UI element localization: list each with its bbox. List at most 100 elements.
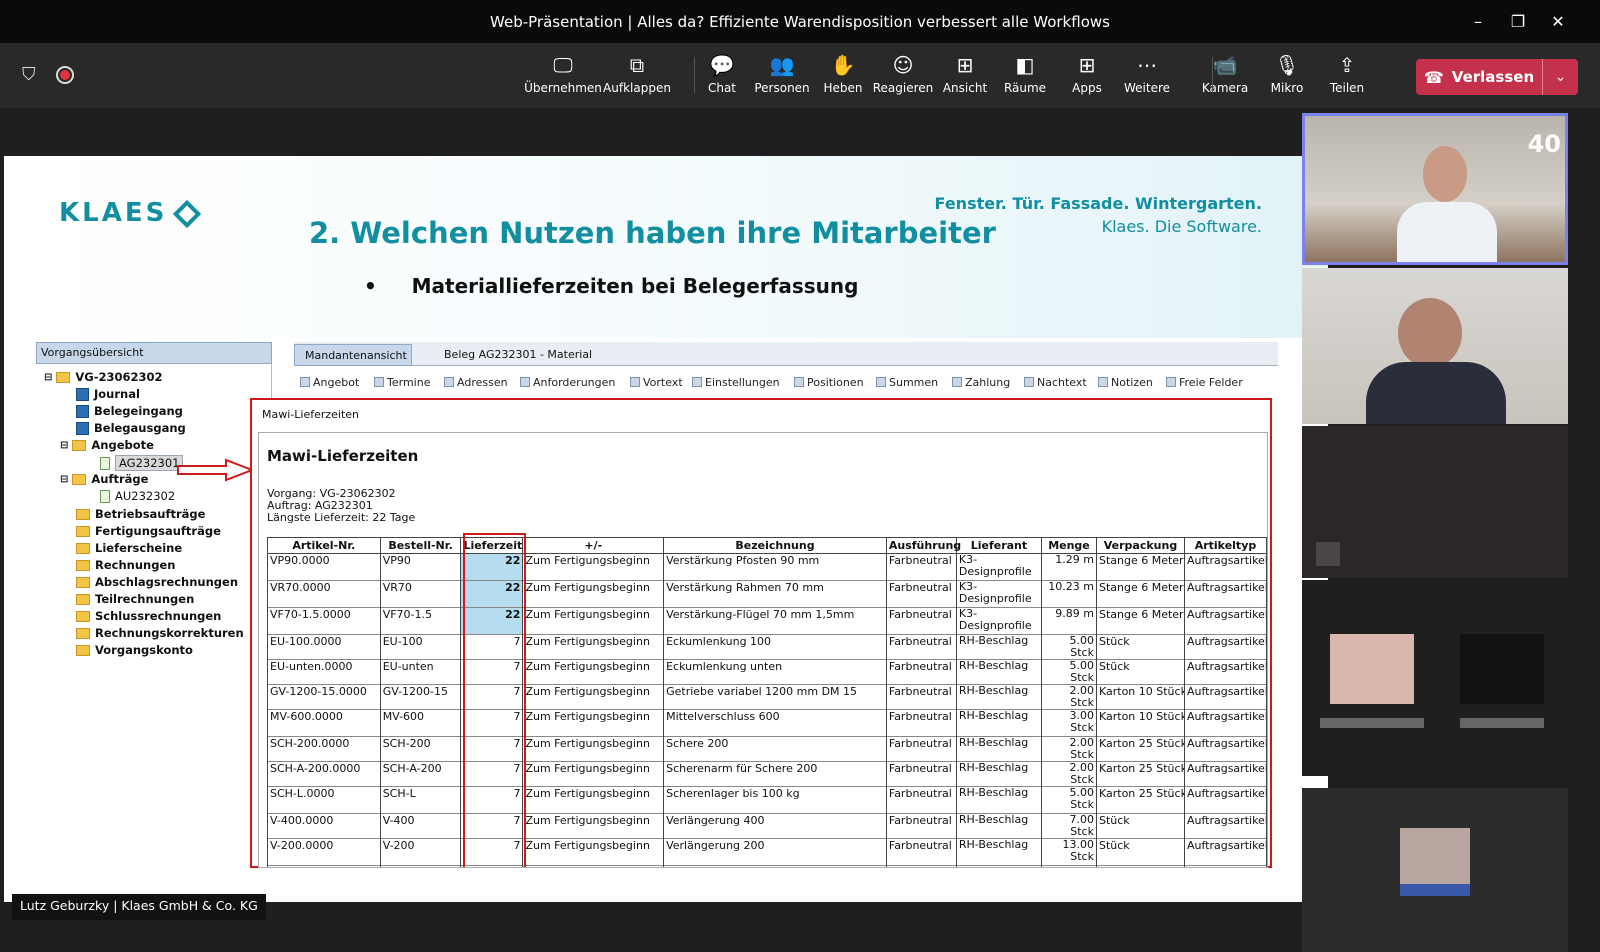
table-cell: Stange 6 Meter: [1095, 607, 1185, 635]
toolbar-button-label: Personen: [754, 81, 810, 95]
tree-node-label: Vorgangskonto: [95, 643, 193, 657]
table-cell: EU-unten: [379, 659, 462, 685]
table-row: V-200.0000 V-200 7 Zum Fertigungsbeginn Verl…: [267, 838, 1267, 866]
tree-node[interactable]: Abschlagsrechnungen: [76, 575, 238, 589]
video-tile-presenter[interactable]: 40: [1302, 113, 1568, 265]
tree-node[interactable]: Rechnungen: [76, 558, 175, 572]
beleg-toolbar-button[interactable]: Nachtext: [1024, 376, 1087, 389]
beleg-toolbar-button[interactable]: Positionen: [794, 376, 864, 389]
tab-mandantenansicht[interactable]: Mandantenansicht: [294, 344, 412, 366]
table-cell: EU-100.0000: [267, 634, 381, 660]
toolbar-button-label: Summen: [889, 376, 939, 389]
table-cell: Zum Fertigungsbeginn: [522, 813, 665, 839]
mawi-window-title: Mawi-Lieferzeiten: [262, 408, 360, 421]
close-button[interactable]: ✕: [1538, 0, 1578, 43]
table-cell: 3.00 Stck: [1040, 865, 1097, 867]
table-cell: RH-Beschlag: [955, 865, 1042, 867]
leave-button[interactable]: ☎ Verlassen ⌄: [1416, 59, 1578, 95]
toolbar-share-button[interactable]: ⇪ Teilen: [1310, 53, 1384, 105]
tree-node[interactable]: Belegausgang: [76, 421, 186, 435]
toolbar-button-label: Teilen: [1329, 81, 1365, 95]
video-tile-participant[interactable]: [1302, 268, 1568, 424]
column-header: Artikel-Nr.: [267, 537, 381, 554]
table-cell: Zum Fertigungsbeginn: [522, 607, 665, 635]
tree-node[interactable]: Lieferscheine: [76, 541, 182, 555]
beleg-toolbar-button[interactable]: Einstellungen: [692, 376, 780, 389]
beleg-toolbar-button[interactable]: Summen: [876, 376, 938, 389]
pixelated-avatar: [1400, 828, 1470, 884]
hang-up-icon: ☎: [1423, 67, 1444, 87]
tree-node[interactable]: Rechnungskorrekturen: [76, 626, 244, 640]
tab-beleg-material[interactable]: Beleg AG232301 - Material: [444, 348, 592, 361]
table-cell: Zum Fertigungsbeginn: [522, 865, 665, 867]
book-icon: [76, 387, 89, 401]
share-icon: ⇪: [1338, 53, 1356, 77]
table-cell: SCH-L.0000: [267, 786, 381, 814]
column-header: Verpackung: [1095, 537, 1185, 554]
tree-node[interactable]: Betriebsaufträge: [76, 507, 205, 521]
chat-icon: 💬: [709, 53, 735, 77]
expand-icon[interactable]: ⊟: [44, 372, 52, 383]
tree-node[interactable]: Teilrechnungen: [76, 592, 194, 606]
shield-icon: ⛉: [22, 64, 36, 85]
participant-body: [1397, 202, 1497, 262]
tree-node[interactable]: AU232302: [100, 489, 175, 503]
expand-icon[interactable]: ⊟: [60, 440, 68, 451]
beleg-toolbar-button[interactable]: Notizen: [1098, 376, 1153, 389]
tree-node[interactable]: ⊟ Angebote: [60, 438, 154, 452]
video-tile-blurred[interactable]: [1302, 426, 1568, 578]
table-cell: GV-1200-15.0000: [267, 684, 381, 710]
table-row: SCH-200.0000 SCH-200 7 Zum Fertigungsbeginn…: [267, 736, 1267, 762]
beleg-toolbar-button[interactable]: Anforderungen: [520, 376, 615, 389]
table-cell: Farbneutral: [885, 553, 957, 581]
tree-node[interactable]: ⊟ Aufträge: [60, 472, 148, 486]
tree-node[interactable]: Fertigungsaufträge: [76, 524, 221, 538]
beleg-toolbar-button[interactable]: Termine: [374, 376, 430, 389]
table-cell: K3-Designprofile: [955, 553, 1042, 581]
table-cell: Farbneutral: [885, 607, 957, 635]
tree-node-label: Betriebsaufträge: [95, 507, 206, 521]
beleg-toolbar-button[interactable]: Angebot: [300, 376, 359, 389]
tree-node[interactable]: Journal: [76, 387, 140, 401]
toolbar-screen-share-button[interactable]: 🖵 Übernehmen: [524, 53, 602, 105]
toolbar-button-label: Reagieren: [872, 81, 934, 95]
toolbar-popout-button[interactable]: ⧉ Aufklappen: [600, 53, 674, 105]
video-tile-group[interactable]: [1302, 580, 1568, 776]
leave-options-chevron-icon[interactable]: ⌄: [1542, 59, 1578, 95]
table-row: SCH-L.0000 SCH-L 7 Zum Fertigungsbeginn Sche…: [267, 786, 1267, 814]
mawi-report: Mawi-Lieferzeiten Vorgang: VG-23062302 A…: [258, 432, 1268, 868]
video-tile-participant[interactable]: [1302, 788, 1568, 952]
tree-node-label: Abschlagsrechnungen: [95, 575, 239, 589]
table-cell: RH-Beschlag: [955, 709, 1042, 737]
tree-node[interactable]: AG232301: [100, 455, 184, 471]
table-cell: Auftragsartikel: [1183, 786, 1267, 814]
tree-node[interactable]: Belegeingang: [76, 404, 183, 418]
tree-node-label: Rechnungskorrekturen: [95, 626, 244, 640]
toolbar-button-label: Weitere: [1123, 81, 1171, 95]
table-cell: Karton 25 Stück: [1095, 736, 1185, 762]
tree-node[interactable]: Schlussrechnungen: [76, 609, 221, 623]
folder-icon: [76, 576, 90, 588]
table-cell: 7.00 Stck: [1040, 813, 1097, 839]
beleg-toolbar-button[interactable]: Adressen: [444, 376, 508, 389]
tree-node-label: Journal: [94, 387, 140, 401]
tree-node[interactable]: Vorgangskonto: [76, 643, 193, 657]
table-cell: Schere 200: [663, 736, 887, 762]
table-cell: Zum Fertigungsbeginn: [522, 553, 665, 581]
table-cell: Auftragsartikel: [1183, 607, 1267, 635]
maximize-button[interactable]: ❐: [1498, 0, 1538, 43]
toolbar-more-button[interactable]: ⋯ Weitere: [1110, 53, 1184, 105]
minimize-button[interactable]: –: [1458, 0, 1498, 43]
beleg-toolbar-button[interactable]: Vortext: [630, 376, 683, 389]
tree-node[interactable]: ⊟ VG-23062302: [44, 370, 163, 384]
beleg-toolbar-button[interactable]: Zahlung: [952, 376, 1010, 389]
expand-icon[interactable]: ⊟: [60, 474, 68, 485]
beleg-toolbar-button[interactable]: Freie Felder: [1166, 376, 1243, 389]
table-cell: V-400.0000: [267, 813, 381, 839]
table-cell: Stange 6 Meter: [1095, 580, 1185, 608]
leave-label: Verlassen: [1451, 68, 1535, 86]
table-cell: K3-Designprofile: [955, 607, 1042, 635]
table-cell: Mittelverschluss 600: [663, 709, 887, 737]
table-cell: Eckumlenkung unten: [663, 659, 887, 685]
table-cell: 1.29 m: [1040, 553, 1097, 581]
